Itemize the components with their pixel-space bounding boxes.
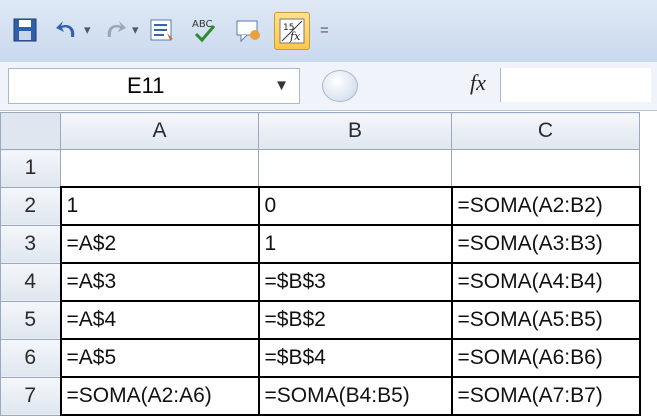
formula-bar: E11 ▼ fx [0, 62, 657, 111]
name-box-dropdown-icon[interactable]: ▼ [274, 69, 289, 103]
row-header-3[interactable]: 3 [0, 224, 61, 264]
svg-text:ABC: ABC [192, 19, 213, 30]
cell-b2[interactable]: 0 [257, 186, 453, 226]
column-header-a[interactable]: A [60, 112, 259, 150]
cell-c1[interactable] [451, 149, 640, 188]
name-box[interactable]: E11 ▼ [8, 68, 300, 104]
cell-b1[interactable] [258, 149, 452, 188]
row-header-2[interactable]: 2 [0, 186, 61, 226]
cell-c2[interactable]: =SOMA(A2:B2) [450, 186, 641, 226]
undo-icon[interactable] [50, 12, 84, 48]
cell-a1[interactable] [60, 149, 259, 188]
undo-dropdown-icon[interactable]: ▾ [84, 22, 91, 38]
cell-b6[interactable]: =$B$4 [257, 338, 453, 378]
cell-b7[interactable]: =SOMA(B4:B5) [257, 376, 453, 416]
show-formulas-icon[interactable]: 15 fx [274, 12, 310, 50]
cell-a7[interactable]: =SOMA(A2:A6) [59, 376, 260, 416]
cell-a6[interactable]: =A$5 [59, 338, 260, 378]
cell-c6[interactable]: =SOMA(A6:B6) [450, 338, 641, 378]
row-header-6[interactable]: 6 [0, 338, 61, 378]
redo-icon[interactable] [98, 12, 132, 48]
column-header-b[interactable]: B [258, 112, 452, 150]
name-box-value: E11 [127, 73, 165, 98]
cell-c5[interactable]: =SOMA(A5:B5) [450, 300, 641, 340]
column-header-c[interactable]: C [451, 112, 640, 150]
cell-a4[interactable]: =A$3 [59, 262, 260, 302]
cell-a2[interactable]: 1 [59, 186, 260, 226]
row-header-5[interactable]: 5 [0, 300, 61, 340]
cell-b4[interactable]: =$B$3 [257, 262, 453, 302]
cell-c7[interactable]: =SOMA(A7:B7) [450, 376, 641, 416]
insert-function-icon[interactable]: fx [470, 70, 486, 96]
row-header-4[interactable]: 4 [0, 262, 61, 302]
customize-toolbar-icon[interactable]: = [320, 22, 329, 39]
form-icon[interactable] [146, 12, 180, 48]
cell-b5[interactable]: =$B$2 [257, 300, 453, 340]
spelling-icon[interactable]: ABC [188, 12, 222, 48]
save-icon[interactable] [8, 12, 42, 48]
cell-c4[interactable]: =SOMA(A4:B4) [450, 262, 641, 302]
formula-input[interactable] [500, 68, 651, 102]
spreadsheet-grid: A B C 1 2 1 0 =SOMA(A2:B2) 3 =A$2 1 =SOM… [0, 112, 641, 416]
row-header-1[interactable]: 1 [0, 149, 61, 188]
quick-access-toolbar: ▾ ▾ ABC 15 fx = [0, 0, 657, 63]
row-header-7[interactable]: 7 [0, 376, 61, 416]
comment-icon[interactable] [232, 12, 266, 48]
cell-a3[interactable]: =A$2 [59, 224, 260, 264]
cell-c3[interactable]: =SOMA(A3:B3) [450, 224, 641, 264]
cell-b3[interactable]: 1 [257, 224, 453, 264]
cancel-circle-icon[interactable] [322, 70, 358, 102]
cell-a5[interactable]: =A$4 [59, 300, 260, 340]
select-all-corner[interactable] [0, 112, 61, 150]
redo-dropdown-icon[interactable]: ▾ [132, 22, 139, 38]
